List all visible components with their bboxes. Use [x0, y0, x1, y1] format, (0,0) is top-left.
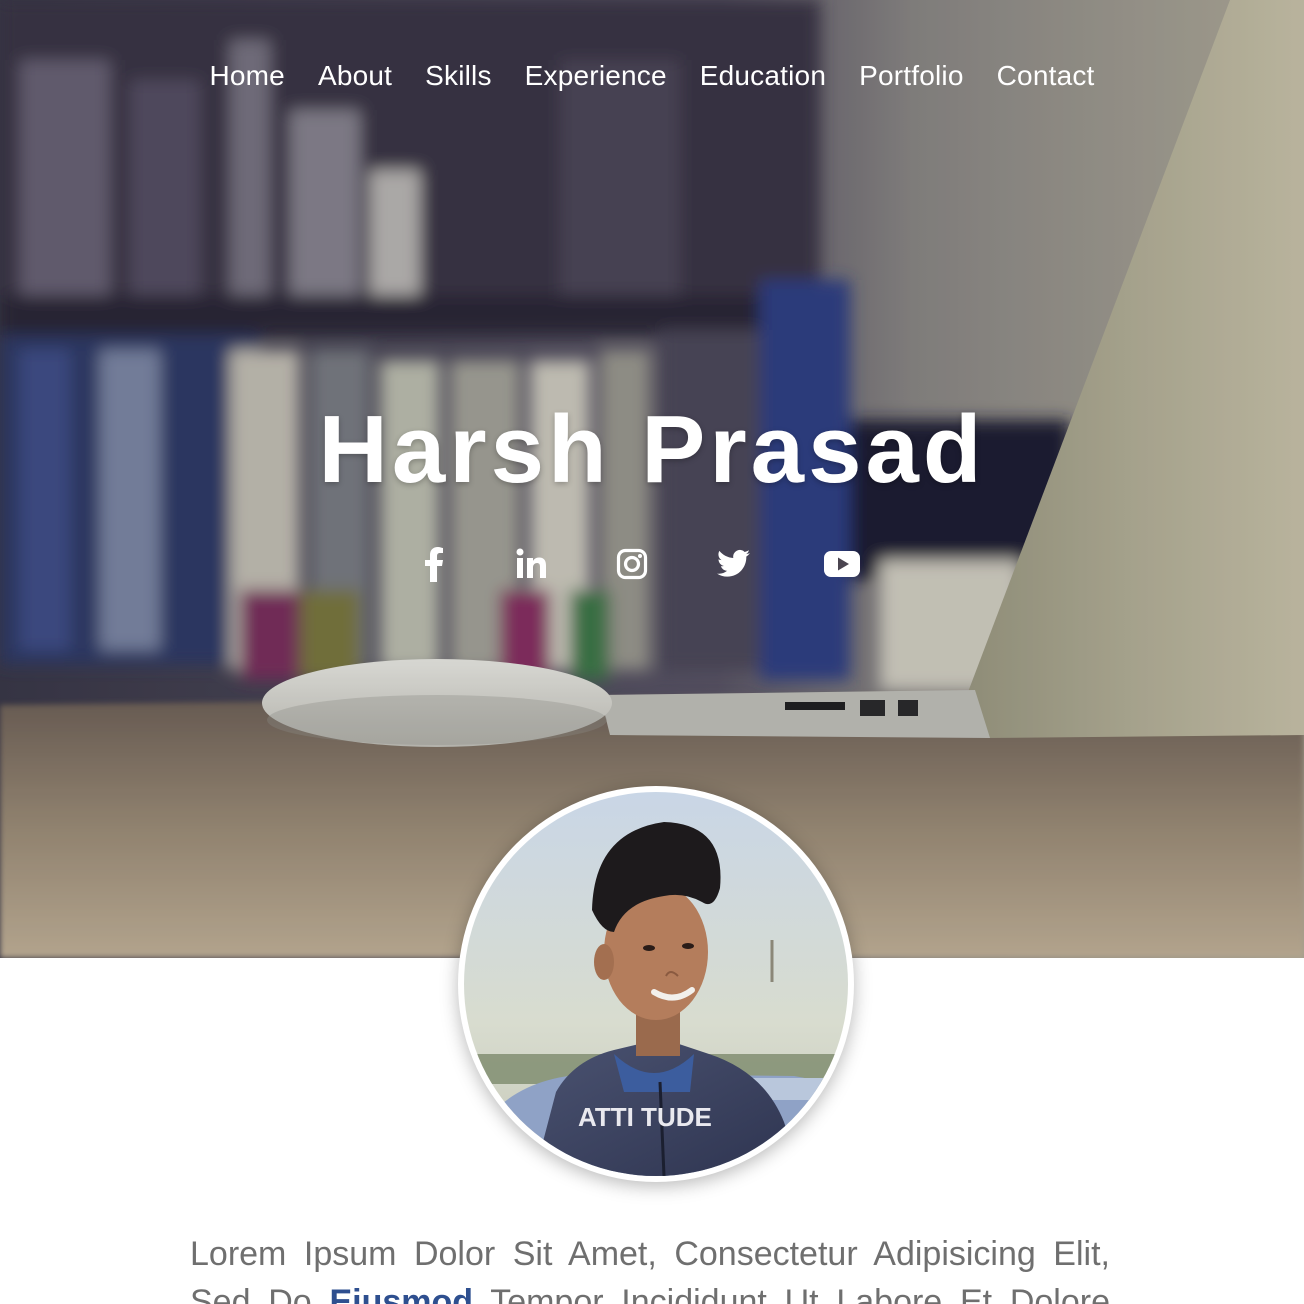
instagram-icon: [616, 548, 648, 580]
linkedin-link[interactable]: [511, 544, 551, 584]
social-links: [0, 544, 1304, 586]
facebook-link[interactable]: [414, 544, 454, 584]
nav-experience-link[interactable]: Experience: [525, 58, 667, 94]
hero-name: Harsh Prasad: [318, 396, 986, 503]
nav-about-link[interactable]: About: [318, 58, 392, 94]
instagram-link[interactable]: [612, 544, 652, 584]
youtube-icon: [824, 551, 860, 577]
nav-portfolio-link[interactable]: Portfolio: [859, 58, 964, 94]
profile-avatar: ATTI TUDE: [458, 786, 854, 1182]
youtube-link[interactable]: [822, 544, 862, 584]
twitter-link[interactable]: [714, 544, 754, 584]
linkedin-icon: [516, 548, 546, 578]
nav-home-link[interactable]: Home: [209, 58, 285, 94]
nav-skills-link[interactable]: Skills: [425, 58, 492, 94]
about-line-2-start: Sed Do: [190, 1283, 312, 1304]
main-nav: Home About Skills Experience Education P…: [0, 58, 1304, 94]
about-line-1: Lorem Ipsum Dolor Sit Amet, Consectetur …: [190, 1235, 1110, 1273]
nav-education-link[interactable]: Education: [700, 58, 826, 94]
about-highlight-word: Eiusmod: [329, 1283, 474, 1304]
portfolio-page: Home About Skills Experience Education P…: [0, 0, 1304, 1304]
twitter-icon: [717, 549, 750, 577]
facebook-icon: [425, 547, 443, 582]
about-line-2: Sed Do Eiusmod Tempor Incididunt Ut Labo…: [190, 1278, 1110, 1304]
profile-photo: ATTI TUDE: [464, 792, 848, 1176]
about-line-2-end: Tempor Incididunt Ut Labore Et Dolore: [490, 1283, 1110, 1304]
about-text: Lorem Ipsum Dolor Sit Amet, Consectetur …: [190, 1230, 1110, 1304]
nav-contact-link[interactable]: Contact: [997, 58, 1095, 94]
hoodie-print: ATTI TUDE: [578, 1102, 712, 1132]
